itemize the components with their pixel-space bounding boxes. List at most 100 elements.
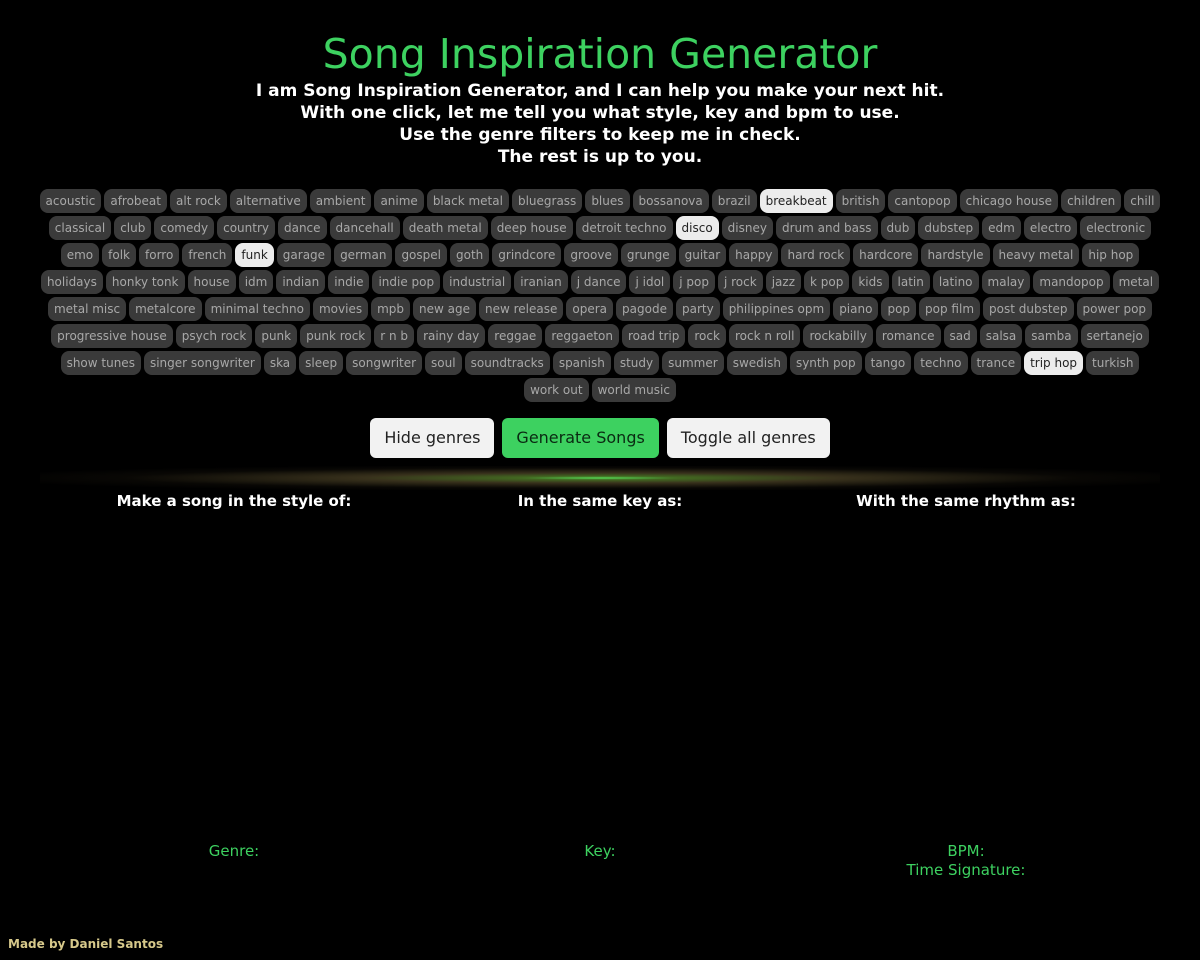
genre-chip[interactable]: show tunes <box>60 351 141 375</box>
genre-chip[interactable]: forro <box>139 243 180 267</box>
genre-chip[interactable]: new age <box>413 297 477 321</box>
genre-chip[interactable]: garage <box>276 243 332 267</box>
genre-chip[interactable]: breakbeat <box>759 189 833 213</box>
genre-chip[interactable]: alternative <box>229 189 307 213</box>
genre-chip[interactable]: house <box>187 270 236 294</box>
genre-chip[interactable]: edm <box>982 216 1021 240</box>
genre-chip[interactable]: guitar <box>678 243 727 267</box>
genre-chip[interactable]: summer <box>662 351 724 375</box>
genre-chip[interactable]: drum and bass <box>775 216 878 240</box>
genre-chip[interactable]: indian <box>276 270 326 294</box>
genre-chip[interactable]: rock <box>688 324 726 348</box>
genre-chip[interactable]: swedish <box>726 351 787 375</box>
genre-chip[interactable]: trip hop <box>1024 351 1084 375</box>
genre-chip[interactable]: german <box>334 243 393 267</box>
genre-chip[interactable]: hard rock <box>781 243 851 267</box>
genre-chip[interactable]: indie <box>328 270 370 294</box>
genre-chip[interactable]: pagode <box>616 297 673 321</box>
genre-chip[interactable]: latino <box>932 270 979 294</box>
genre-chip[interactable]: chill <box>1124 189 1161 213</box>
genre-chip[interactable]: groove <box>564 243 618 267</box>
genre-chip[interactable]: british <box>835 189 886 213</box>
genre-chip[interactable]: mandopop <box>1033 270 1110 294</box>
genre-chip[interactable]: bluegrass <box>511 189 583 213</box>
genre-chip[interactable]: reggae <box>488 324 543 348</box>
genre-chip[interactable]: holidays <box>40 270 103 294</box>
genre-chip[interactable]: emo <box>60 243 100 267</box>
genre-chip[interactable]: dance <box>277 216 327 240</box>
genre-chip[interactable]: romance <box>875 324 941 348</box>
hide-genres-button[interactable]: Hide genres <box>370 418 495 458</box>
genre-chip[interactable]: piano <box>833 297 879 321</box>
genre-chip[interactable]: malay <box>981 270 1031 294</box>
genre-chip[interactable]: rock n roll <box>728 324 801 348</box>
genre-chip[interactable]: dancehall <box>329 216 400 240</box>
toggle-all-genres-button[interactable]: Toggle all genres <box>666 418 830 458</box>
genre-chip[interactable]: singer songwriter <box>143 351 261 375</box>
genre-chip[interactable]: psych rock <box>175 324 253 348</box>
genre-chip[interactable]: study <box>613 351 660 375</box>
genre-chip[interactable]: post dubstep <box>983 297 1074 321</box>
genre-chip[interactable]: movies <box>312 297 369 321</box>
genre-chip[interactable]: folk <box>102 243 136 267</box>
genre-chip[interactable]: latin <box>891 270 930 294</box>
genre-chip[interactable]: blues <box>585 189 630 213</box>
genre-chip[interactable]: gospel <box>395 243 447 267</box>
genre-chip[interactable]: j idol <box>629 270 671 294</box>
genre-chip[interactable]: chicago house <box>959 189 1059 213</box>
genre-chip[interactable]: hardcore <box>853 243 919 267</box>
genre-chip[interactable]: samba <box>1025 324 1078 348</box>
genre-chip[interactable]: afrobeat <box>104 189 167 213</box>
genre-chip[interactable]: goth <box>449 243 490 267</box>
genre-chip[interactable]: children <box>1061 189 1122 213</box>
genre-chip[interactable]: punk rock <box>300 324 372 348</box>
genre-chip[interactable]: disney <box>721 216 773 240</box>
genre-chip[interactable]: rainy day <box>417 324 486 348</box>
genre-chip[interactable]: punk <box>255 324 298 348</box>
genre-chip[interactable]: jazz <box>765 270 801 294</box>
genre-chip[interactable]: ska <box>263 351 297 375</box>
genre-chip[interactable]: party <box>675 297 720 321</box>
genre-chip[interactable]: salsa <box>979 324 1023 348</box>
genre-chip[interactable]: sad <box>943 324 977 348</box>
genre-chip[interactable]: metal <box>1112 270 1160 294</box>
genre-chip[interactable]: electronic <box>1080 216 1152 240</box>
genre-chip[interactable]: j pop <box>673 270 715 294</box>
genre-chip[interactable]: grindcore <box>492 243 562 267</box>
genre-chip[interactable]: club <box>114 216 152 240</box>
genre-chip[interactable]: spanish <box>552 351 611 375</box>
genre-chip[interactable]: happy <box>729 243 779 267</box>
genre-chip[interactable]: heavy metal <box>992 243 1080 267</box>
genre-chip[interactable]: metalcore <box>129 297 202 321</box>
genre-chip[interactable]: indie pop <box>372 270 441 294</box>
genre-chip[interactable]: death metal <box>402 216 488 240</box>
genre-chip[interactable]: cantopop <box>888 189 957 213</box>
genre-chip[interactable]: grunge <box>620 243 676 267</box>
genre-chip[interactable]: deep house <box>490 216 573 240</box>
genre-chip[interactable]: hip hop <box>1082 243 1140 267</box>
genre-chip[interactable]: alt rock <box>170 189 227 213</box>
genre-chip[interactable]: soundtracks <box>464 351 550 375</box>
genre-chip[interactable]: mpb <box>371 297 411 321</box>
genre-chip[interactable]: acoustic <box>39 189 102 213</box>
genre-chip[interactable]: pop <box>881 297 917 321</box>
genre-chip[interactable]: anime <box>374 189 424 213</box>
genre-chip[interactable]: k pop <box>804 270 850 294</box>
genre-chip[interactable]: opera <box>566 297 614 321</box>
genre-chip[interactable]: philippines opm <box>722 297 831 321</box>
genre-chip[interactable]: synth pop <box>789 351 862 375</box>
genre-chip[interactable]: hardstyle <box>921 243 990 267</box>
genre-chip[interactable]: rockabilly <box>803 324 873 348</box>
genre-chip[interactable]: soul <box>425 351 462 375</box>
genre-chip[interactable]: ambient <box>309 189 372 213</box>
genre-chip[interactable]: turkish <box>1086 351 1140 375</box>
genre-chip[interactable]: dubstep <box>918 216 980 240</box>
genre-chip[interactable]: iranian <box>514 270 568 294</box>
genre-chip[interactable]: detroit techno <box>575 216 673 240</box>
genre-chip[interactable]: country <box>217 216 275 240</box>
genre-chip[interactable]: kids <box>852 270 889 294</box>
genre-chip[interactable]: pop film <box>919 297 981 321</box>
genre-chip[interactable]: work out <box>524 378 589 402</box>
genre-chip[interactable]: sertanejo <box>1080 324 1149 348</box>
genre-chip[interactable]: comedy <box>154 216 215 240</box>
